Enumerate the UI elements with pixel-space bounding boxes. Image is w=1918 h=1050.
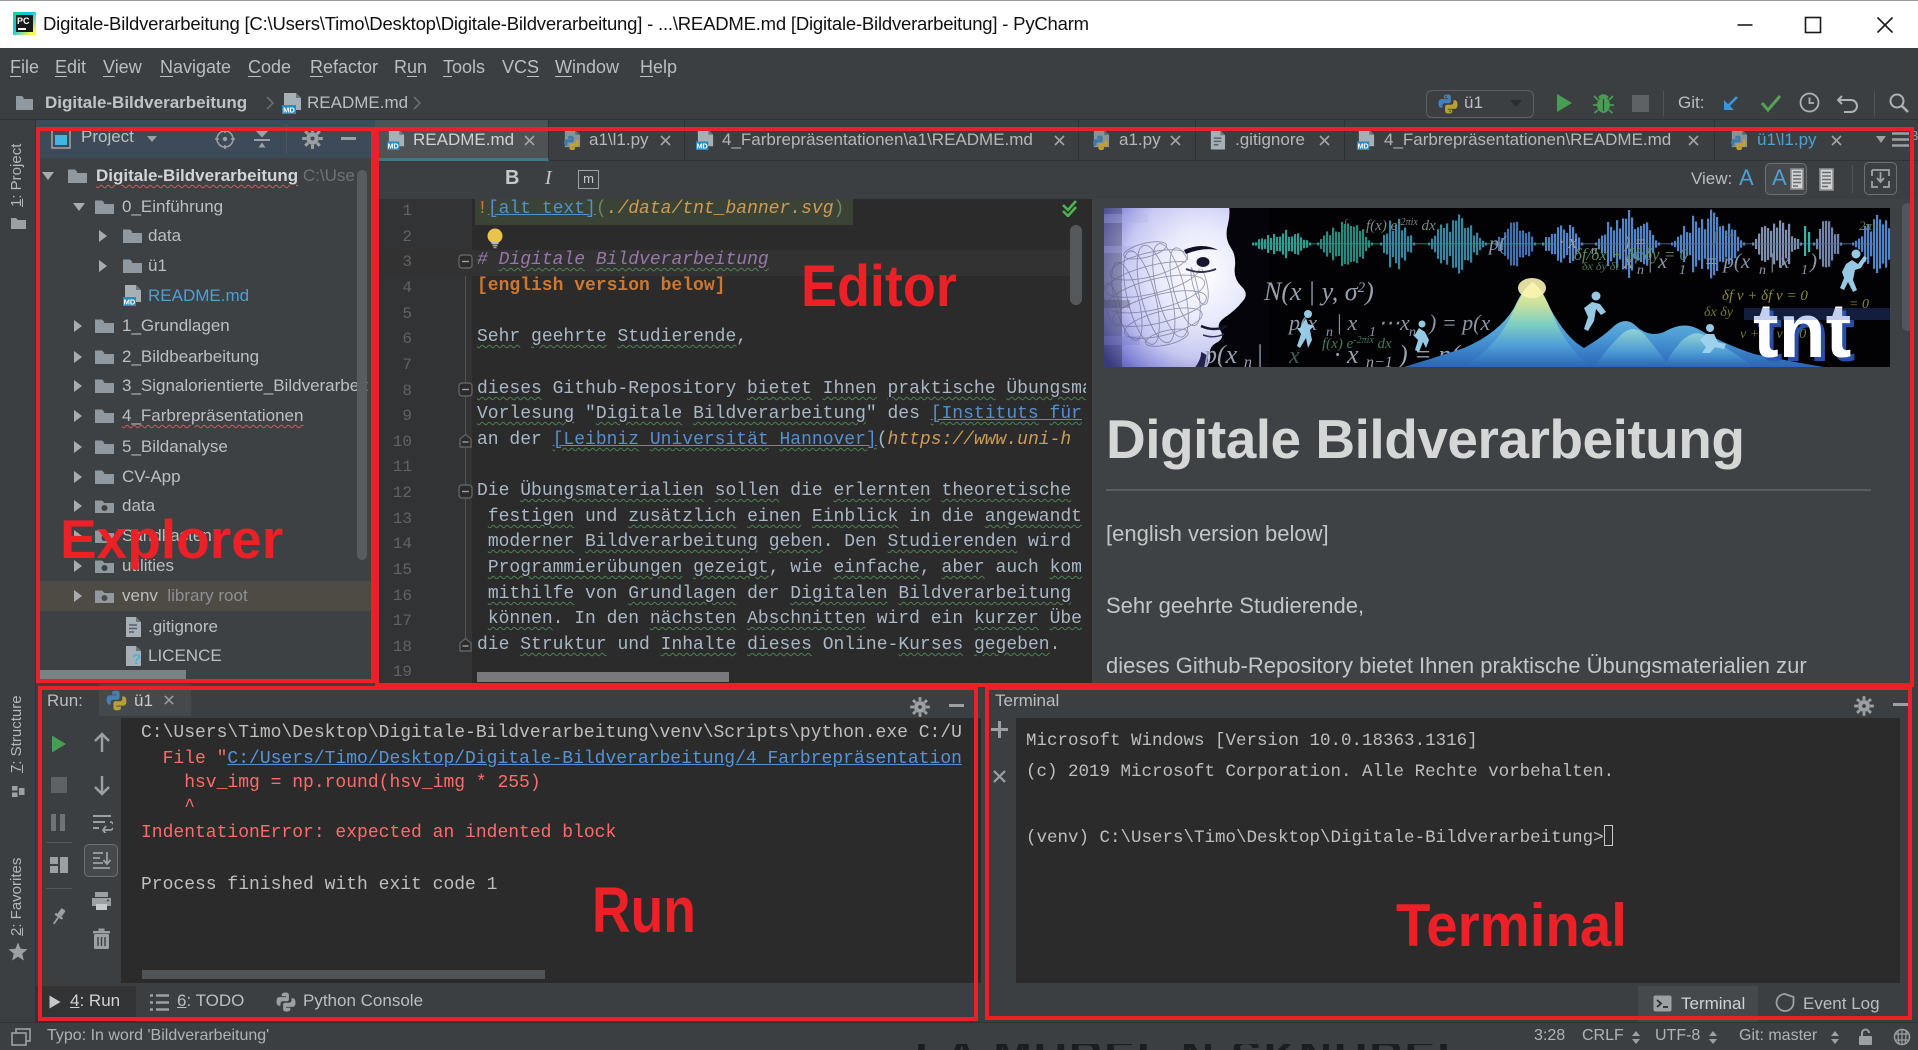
- svg-text:MD: MD: [283, 106, 295, 115]
